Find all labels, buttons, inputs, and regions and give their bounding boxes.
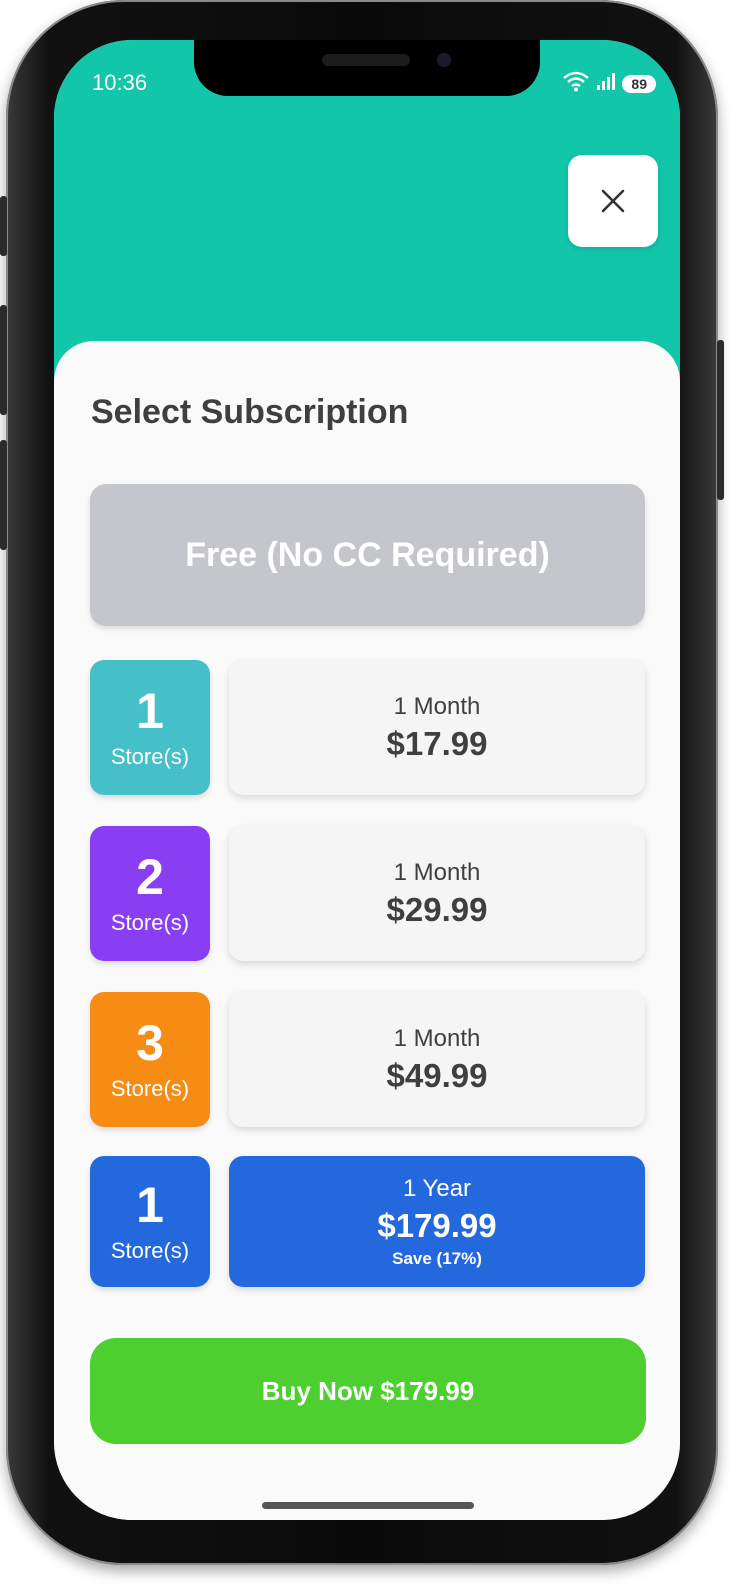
silent-switch (0, 196, 7, 256)
buy-now-button[interactable]: Buy Now $179.99 (90, 1338, 646, 1444)
close-icon (601, 189, 625, 213)
speaker (322, 54, 410, 66)
save-badge: Save (17%) (392, 1248, 482, 1268)
store-count: 1 (136, 682, 164, 739)
plan-period: 1 Month (393, 858, 481, 886)
home-indicator[interactable] (262, 1502, 474, 1509)
plan-price: $29.99 (386, 890, 488, 928)
store-label: Store(s) (110, 1075, 190, 1101)
notch (194, 40, 540, 96)
close-button[interactable] (568, 155, 658, 247)
page-title: Select Subscription (91, 393, 409, 431)
store-count: 2 (136, 848, 164, 905)
plan-period: 1 Year (402, 1174, 472, 1202)
battery-indicator: 89 (622, 74, 656, 93)
plan-1-year-card[interactable]: 1 Year $179.99 Save (17%) (229, 1156, 645, 1287)
plan-1-month-card[interactable]: 1 Month $17.99 (229, 660, 645, 795)
plan-2-stores-tile[interactable]: 2 Store(s) (90, 826, 210, 961)
plan-price: $179.99 (377, 1206, 497, 1244)
plan-2-month-card[interactable]: 1 Month $29.99 (229, 826, 645, 961)
plan-price: $49.99 (386, 1056, 488, 1094)
plan-1-stores-tile[interactable]: 1 Store(s) (90, 660, 210, 795)
phone-frame: 10:36 89 Select Subscription Free (No CC… (0, 0, 724, 1565)
wifi-icon (562, 70, 590, 97)
plan-period: 1 Month (393, 692, 481, 720)
store-count: 3 (136, 1014, 164, 1071)
status-time: 10:36 (92, 70, 148, 95)
plan-price: $17.99 (386, 724, 488, 762)
store-label: Store(s) (110, 909, 190, 935)
subscription-sheet: Select Subscription Free (No CC Required… (54, 341, 680, 1520)
volume-up-button (0, 305, 7, 415)
store-label: Store(s) (110, 1237, 190, 1263)
power-button (717, 340, 724, 500)
plan-3-month-card[interactable]: 1 Month $49.99 (229, 992, 645, 1127)
screen: 10:36 89 Select Subscription Free (No CC… (54, 40, 680, 1520)
plan-3-stores-tile[interactable]: 3 Store(s) (90, 992, 210, 1127)
front-camera (437, 53, 451, 67)
store-count: 1 (136, 1176, 164, 1233)
store-label: Store(s) (110, 743, 190, 769)
volume-down-button (0, 440, 7, 550)
signal-icon (596, 71, 616, 96)
free-plan-button[interactable]: Free (No CC Required) (90, 484, 645, 626)
plan-period: 1 Month (393, 1024, 481, 1052)
plan-1-store-year-tile[interactable]: 1 Store(s) (90, 1156, 210, 1287)
status-icons: 89 (562, 70, 656, 97)
